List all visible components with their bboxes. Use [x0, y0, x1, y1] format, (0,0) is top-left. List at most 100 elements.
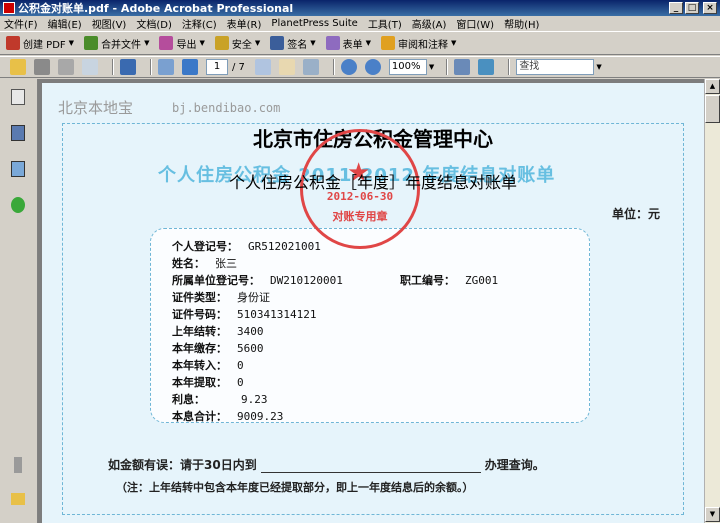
menu-document[interactable]: 文档(D): [136, 16, 172, 31]
menu-bar: 文件(F) 编辑(E) 视图(V) 文档(D) 注释(C) 表单(R) Plan…: [0, 16, 720, 31]
navigation-panel: [0, 79, 38, 523]
document-area[interactable]: 北京本地宝 bj.bendibao.com 北京市住房公积金管理中心 个人住房公…: [38, 79, 704, 523]
select-text-icon[interactable]: [254, 59, 271, 75]
fit-width-icon[interactable]: [478, 59, 495, 75]
export-icon: [159, 36, 174, 50]
unit-id-row: 所属单位登记号： DW210120001: [172, 274, 343, 287]
unit-id-value: DW210120001: [270, 274, 343, 287]
review-icon: [381, 36, 396, 50]
menu-tools[interactable]: 工具(T): [368, 16, 402, 31]
print-icon[interactable]: [34, 59, 50, 75]
fit-page-icon[interactable]: [454, 59, 471, 75]
footer-note: （注：上年结转中包含本年度已经提取部分，即上一年度结息后的余额。）: [116, 481, 474, 494]
scroll-up-button[interactable]: ▲: [705, 79, 720, 94]
review-comment-button[interactable]: 审阅和注释 ▼: [381, 36, 456, 51]
find-dropdown-icon[interactable]: ▼: [596, 63, 601, 71]
close-button[interactable]: ×: [703, 2, 717, 14]
find-input[interactable]: 查找: [516, 59, 595, 75]
lock-icon: [214, 36, 229, 50]
pdf-page: 北京本地宝 bj.bendibao.com 北京市住房公积金管理中心 个人住房公…: [42, 83, 704, 523]
zoom-dropdown-icon[interactable]: ▼: [429, 63, 434, 71]
menu-file[interactable]: 文件(F): [4, 16, 38, 31]
document-subtitle: 个人住房公积金［年度］年度结息对账单: [228, 173, 517, 192]
attachments-panel-icon[interactable]: [11, 125, 25, 141]
maximize-button[interactable]: □: [685, 2, 699, 14]
blank-line: [260, 472, 481, 473]
pages-panel-icon[interactable]: [11, 89, 25, 105]
page-number-input[interactable]: 1: [206, 59, 228, 75]
interest-value: 9.23: [241, 393, 268, 406]
zoom-tool-icon[interactable]: [302, 59, 319, 75]
minimize-button[interactable]: _: [669, 2, 683, 14]
save-icon[interactable]: [58, 59, 74, 75]
withdraw-row: 本年提取： 0: [172, 376, 244, 389]
toolbar-separator: [150, 59, 152, 75]
watermark-url: bj.bendibao.com: [172, 101, 281, 115]
scroll-down-button[interactable]: ▼: [705, 507, 720, 522]
menu-window[interactable]: 窗口(W): [456, 16, 494, 31]
menu-view[interactable]: 视图(V): [92, 16, 127, 31]
vertical-scrollbar[interactable]: ▲ ▼: [704, 79, 720, 523]
task-toolbar: 创建 PDF ▼ 合并文件 ▼ 导出 ▼ 安全 ▼ 签名 ▼ 表单 ▼ 审阅和注释 ▼: [0, 31, 720, 55]
sign-button[interactable]: 签名 ▼: [270, 36, 316, 51]
toolbar-separator: [508, 59, 511, 75]
id-number-value: 510341314121: [237, 308, 317, 321]
watermark-text: 北京本地宝: [58, 99, 134, 117]
pen-icon: [270, 36, 285, 50]
forms-button[interactable]: 表单 ▼: [325, 36, 371, 51]
acrobat-app-icon: [3, 2, 15, 14]
menu-edit[interactable]: 编辑(E): [48, 16, 82, 31]
signatures-panel-icon[interactable]: [11, 161, 25, 177]
menu-advanced[interactable]: 高级(A): [412, 16, 447, 31]
bookmark-icon[interactable]: [120, 59, 136, 75]
hand-tool-icon[interactable]: [278, 59, 295, 75]
email-icon[interactable]: [82, 59, 98, 75]
withdraw-value: 0: [237, 376, 244, 389]
personal-id-value: GR512021001: [248, 240, 321, 253]
total-row: 本息合计： 9009.23: [172, 410, 284, 423]
deposit-value: 5600: [237, 342, 264, 355]
personal-id-row: 个人登记号： GR512021001: [172, 240, 321, 253]
combine-files-button[interactable]: 合并文件 ▼: [84, 36, 149, 51]
employee-no-row: 职工编号： ZG001: [400, 274, 499, 287]
zoom-level-input[interactable]: 100%: [388, 59, 427, 75]
menu-comments[interactable]: 注释(C): [182, 16, 217, 31]
transfer-in-row: 本年转入： 0: [172, 359, 244, 372]
unit-label: 单位：元: [611, 207, 660, 221]
title-bar: 公积金对账单.pdf - Adobe Acrobat Professional …: [0, 0, 720, 16]
next-page-icon[interactable]: [182, 59, 198, 75]
zoom-out-icon[interactable]: [340, 59, 357, 75]
id-number-row: 证件号码： 510341314121: [172, 308, 317, 321]
id-type-value: 身份证: [237, 291, 270, 304]
toolbar-separator: [112, 59, 114, 75]
menu-help[interactable]: 帮助(H): [504, 16, 539, 31]
open-folder-icon[interactable]: [10, 59, 26, 75]
comments-panel-icon[interactable]: [11, 493, 25, 505]
zoom-in-icon[interactable]: [364, 59, 381, 75]
navigation-toolbar: 1 / 7 100% ▼ 查找 ▼: [0, 56, 720, 78]
menu-planetpress[interactable]: PlanetPress Suite: [271, 18, 357, 29]
stamp-label: 对账专用章: [332, 210, 388, 223]
secure-button[interactable]: 安全 ▼: [214, 36, 260, 51]
total-value: 9009.23: [237, 410, 284, 423]
name-value: 张三: [215, 257, 237, 270]
page-total: / 7: [232, 61, 245, 73]
toolbar-separator: [332, 59, 335, 75]
footer-notice: 如金额有误：请于30日内到 办理查询。: [108, 458, 545, 473]
forms-icon: [325, 36, 340, 50]
toolbar-separator: [446, 59, 449, 75]
interest-row: 利息： 9.23: [172, 393, 268, 406]
combine-files-icon: [84, 36, 99, 50]
help-icon[interactable]: [11, 197, 25, 213]
prev-balance-row: 上年结转： 3400: [172, 325, 264, 338]
menu-forms[interactable]: 表单(R): [227, 16, 262, 31]
export-button[interactable]: 导出 ▼: [159, 36, 205, 51]
window-title: 公积金对账单.pdf - Adobe Acrobat Professional: [18, 2, 294, 15]
employee-no-value: ZG001: [465, 274, 499, 287]
transfer-in-value: 0: [237, 359, 244, 372]
previous-page-icon[interactable]: [158, 59, 174, 75]
create-pdf-button[interactable]: 创建 PDF ▼: [6, 36, 74, 51]
scrollbar-thumb[interactable]: [705, 95, 720, 123]
paperclip-icon[interactable]: [14, 457, 22, 473]
name-row: 姓名： 张三: [172, 257, 237, 270]
